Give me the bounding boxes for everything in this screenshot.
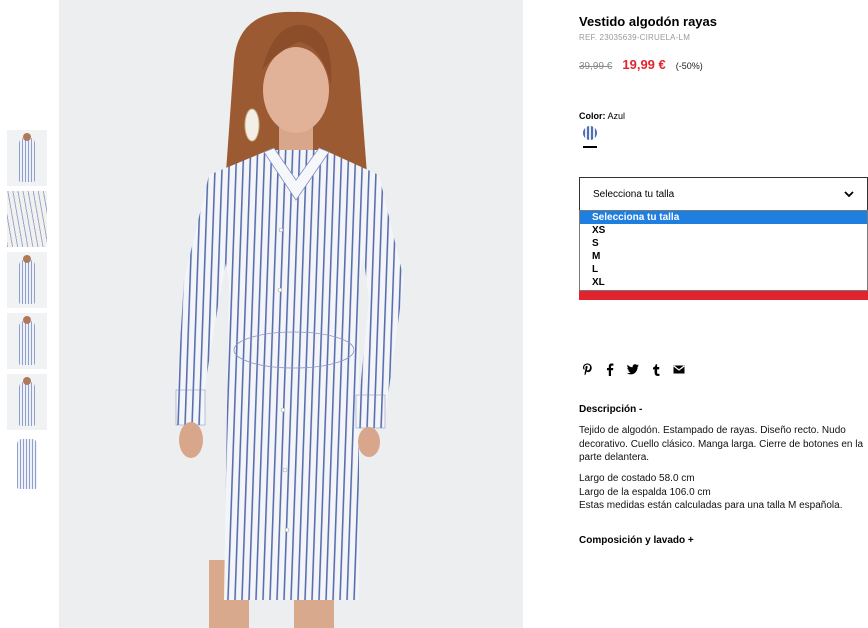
swatch-selected-indicator <box>583 146 597 148</box>
price-row: 39,99 € 19,99 € (-50%) <box>579 57 703 72</box>
thumbnail-3[interactable] <box>7 252 47 308</box>
product-ref: REF. 23035639-CIRUELA-LM <box>579 33 691 42</box>
measure-line: Largo de costado 58.0 cm <box>579 473 695 484</box>
size-option-xs[interactable]: XS <box>580 224 867 237</box>
thumbnail-5[interactable] <box>7 374 47 430</box>
chevron-down-icon <box>844 191 854 198</box>
size-option-s[interactable]: S <box>580 237 867 250</box>
thumbnail-2[interactable] <box>7 191 47 247</box>
thumbnail-strip <box>7 130 47 496</box>
sale-price: 19,99 € <box>622 57 666 72</box>
pinterest-icon[interactable] <box>581 363 593 376</box>
product-title: Vestido algodón rayas <box>579 14 717 29</box>
size-option-placeholder[interactable]: Selecciona tu talla <box>580 211 867 224</box>
color-swatch-azul[interactable] <box>583 126 597 140</box>
size-option-m[interactable]: M <box>580 250 867 263</box>
tumblr-icon[interactable] <box>650 363 662 376</box>
size-dropdown-list: Selecciona tu talla XS S M L XL <box>579 210 868 291</box>
measure-line: Largo de la espalda 106.0 cm <box>579 486 711 498</box>
size-option-l[interactable]: L <box>580 263 867 276</box>
facebook-icon[interactable] <box>604 363 616 376</box>
description-toggle[interactable]: Descripción - <box>579 404 642 415</box>
main-product-image[interactable] <box>59 0 523 628</box>
size-option-xl[interactable]: XL <box>580 276 867 289</box>
color-label-row: Color: Azul <box>579 111 625 121</box>
old-price: 39,99 € <box>579 61 613 72</box>
color-value: Azul <box>607 111 626 121</box>
measure-line: Estas medidas están calculadas para una … <box>579 500 843 511</box>
thumbnail-6[interactable] <box>7 435 47 491</box>
color-label: Color: <box>579 111 606 121</box>
add-to-bag-button[interactable] <box>579 291 868 300</box>
twitter-icon[interactable] <box>627 363 639 376</box>
composition-toggle[interactable]: Composición y lavado + <box>579 535 694 546</box>
size-select[interactable]: Selecciona tu talla <box>579 177 868 211</box>
description-body: Tejido de algodón. Estampado de rayas. D… <box>579 424 868 471</box>
mail-icon[interactable] <box>673 363 685 376</box>
discount-badge: (-50%) <box>675 61 703 71</box>
thumbnail-4[interactable] <box>7 313 47 369</box>
thumbnail-1[interactable] <box>7 130 47 186</box>
size-select-label: Selecciona tu talla <box>593 188 675 200</box>
measures-list: Largo de costado 58.0 cm Largo de la esp… <box>579 472 868 513</box>
share-icons <box>581 363 685 376</box>
description-text: Tejido de algodón. Estampado de rayas. D… <box>579 425 864 463</box>
